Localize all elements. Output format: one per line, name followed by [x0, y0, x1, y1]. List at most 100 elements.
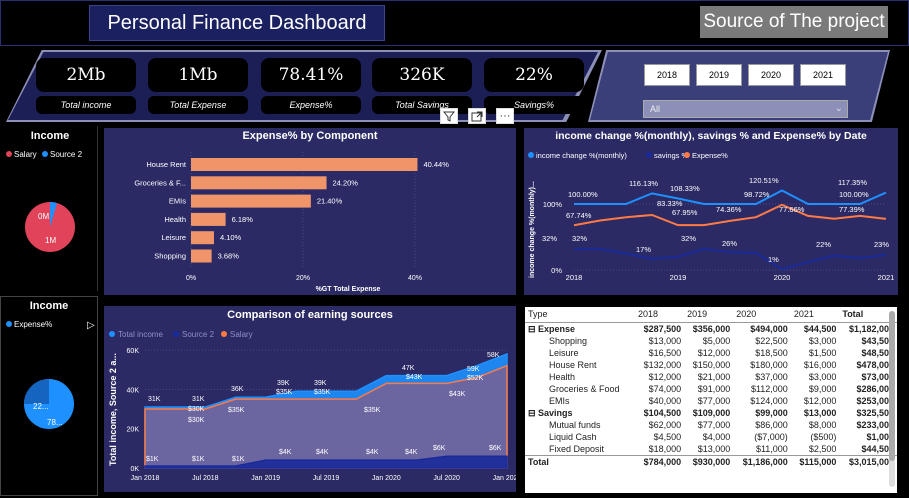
matrix-value-cell: $287,500 — [643, 323, 682, 334]
matrix-header-cell[interactable]: 2021 — [790, 307, 840, 323]
matrix-row-label-text: Groceries & Food — [549, 383, 620, 394]
matrix-scrollbar[interactable] — [889, 311, 895, 487]
bar-x-tick: 0% — [186, 275, 196, 282]
matrix-header-cell[interactable]: 2018 — [635, 307, 685, 323]
matrix-row-label: Shopping — [525, 335, 635, 347]
legend-label: income change %(monthly) — [536, 151, 627, 160]
area-data-label: $35K — [314, 389, 331, 396]
bar-category-label: House Rent — [146, 160, 187, 169]
matrix-value-cell: $37,000 — [755, 371, 788, 382]
line-y-tick: 0% — [551, 266, 562, 275]
matrix-value-cell: $77,000 — [697, 395, 731, 406]
matrix-row-label-text: Savings — [538, 407, 573, 418]
bar-chart-title: Expense% by Component — [242, 130, 377, 142]
bar[interactable] — [191, 231, 214, 245]
matrix-row-label-text: Fixed Deposit — [549, 443, 605, 454]
bar[interactable] — [191, 212, 226, 226]
area-data-label: $52K — [467, 375, 484, 382]
matrix-row: Health $12,000 $21,000 $37,000 $3,000 $73,000 — [525, 371, 897, 383]
matrix-value-cell: $2,500 — [808, 443, 837, 454]
matrix-value-cell: $180,000 — [750, 359, 788, 370]
bar-chart-xlabel: %GT Total Expense — [316, 286, 381, 293]
bar[interactable] — [191, 249, 212, 263]
area-chart-title: Comparison of earning sources — [227, 309, 393, 321]
matrix-value-cell: $12,000 — [803, 395, 837, 406]
matrix-header-cell[interactable]: 2019 — [684, 307, 734, 323]
matrix-value-cell: $9,000 — [808, 383, 837, 394]
matrix-value-cell: $1,500 — [808, 347, 837, 358]
bar-data-label: 4.10% — [220, 233, 242, 242]
matrix-scrollbar-thumb[interactable] — [889, 311, 895, 461]
matrix-value-cell: $124,000 — [750, 395, 788, 406]
year-button[interactable]: 2019 — [696, 64, 742, 86]
matrix-header-cell[interactable]: 2020 — [733, 307, 791, 323]
line-data-label: 67.74% — [566, 211, 592, 220]
matrix-value-cell: $4,000 — [702, 431, 731, 442]
legend-dot-salary — [6, 151, 12, 157]
year-button[interactable]: 2021 — [800, 64, 846, 86]
matrix-value-cell: $104,500 — [643, 407, 682, 418]
line-data-label: 74.36% — [716, 205, 742, 214]
filter-icon[interactable] — [440, 108, 458, 124]
matrix-value-cell: $13,000 — [803, 407, 837, 418]
bar[interactable] — [191, 158, 418, 171]
year-button[interactable]: 2020 — [748, 64, 794, 86]
matrix-value-cell: $11,000 — [755, 443, 788, 454]
bar-data-label: 40.44% — [423, 160, 449, 169]
matrix-value-cell: $132,000 — [643, 359, 682, 370]
matrix-value-cell: $16,000 — [803, 359, 837, 370]
more-options-icon[interactable]: ··· — [496, 108, 514, 124]
line-series[interactable] — [574, 247, 887, 271]
matrix-value-cell: $12,000 — [648, 371, 682, 382]
matrix-row: Total $784,000 $930,000 $1,186,000 $115,000 $… — [525, 454, 897, 468]
matrix-value-cell: $109,000 — [692, 407, 731, 418]
matrix-row: Shopping $13,000 $5,000 $22,500 $3,000 $43,50… — [525, 335, 897, 347]
pie-slice-savings[interactable] — [24, 379, 49, 404]
line-x-tick: 2020 — [774, 273, 791, 282]
bar-x-tick: 40% — [408, 275, 422, 282]
pie-label-expense: 78... — [47, 418, 63, 427]
matrix-value-cell: $62,000 — [648, 419, 682, 430]
bar-category-label: Shopping — [154, 252, 186, 261]
line-data-label: 120.51% — [749, 176, 779, 185]
bar[interactable] — [191, 194, 311, 208]
matrix-value-cell: $356,000 — [692, 323, 731, 334]
area-data-label: $1K — [232, 456, 245, 463]
area-data-label: 58K — [487, 352, 500, 359]
matrix-value-cell: $13,000 — [697, 443, 731, 454]
chevron-right-icon[interactable]: ▷ — [87, 320, 95, 331]
matrix-row: EMIs $40,000 $77,000 $124,000 $12,000 $253,00… — [525, 395, 897, 407]
line-data-label: 32% — [542, 234, 557, 243]
bar-data-label: 24.20% — [333, 178, 359, 187]
matrix-row-label-text: Shopping — [549, 335, 588, 346]
matrix-row-label-text: Leisure — [549, 347, 579, 358]
source-project-button[interactable]: Source of The project — [700, 6, 888, 38]
expense-savings-matrix: Type 2018 2019 2020 2021 Total ⊟ Expense $287,5… — [525, 307, 897, 493]
pie-label-source2: 0M — [38, 212, 49, 221]
kpi-value: 78.41% — [261, 58, 361, 92]
legend-dot — [684, 152, 690, 158]
bar[interactable] — [191, 176, 327, 190]
legend-dot — [173, 331, 179, 337]
chevron-down-icon: ⌄ — [834, 103, 843, 114]
matrix-header-cell[interactable]: Type — [525, 307, 636, 323]
focus-mode-icon[interactable] — [468, 108, 486, 124]
area-data-label: $1K — [146, 456, 159, 463]
area-data-label: $6K — [489, 445, 502, 452]
area-x-tick: Jan 2019 — [251, 475, 280, 482]
year-button[interactable]: 2018 — [644, 64, 690, 86]
matrix-value-cell: $18,500 — [755, 347, 788, 358]
pie-label-salary: 1M — [45, 236, 56, 245]
income-pie-panel: Income Salary Source 2 0M 1M — [0, 126, 98, 291]
matrix-row-label: Total — [525, 454, 636, 468]
legend-dot-source2 — [42, 151, 48, 157]
matrix-row: House Rent $132,000 $150,000 $180,000 $16,00… — [525, 359, 897, 371]
area-data-label: $35K — [276, 389, 293, 396]
year-dropdown[interactable]: All ⌄ — [643, 100, 848, 118]
bar-category-label: Health — [164, 215, 186, 224]
matrix-value-cell: $150,000 — [692, 359, 731, 370]
collapse-icon[interactable]: ⊟ — [528, 408, 538, 418]
collapse-icon[interactable]: ⊟ — [528, 324, 538, 334]
area-data-label: $43K — [406, 374, 423, 381]
matrix-value-cell: $784,000 — [635, 454, 685, 468]
